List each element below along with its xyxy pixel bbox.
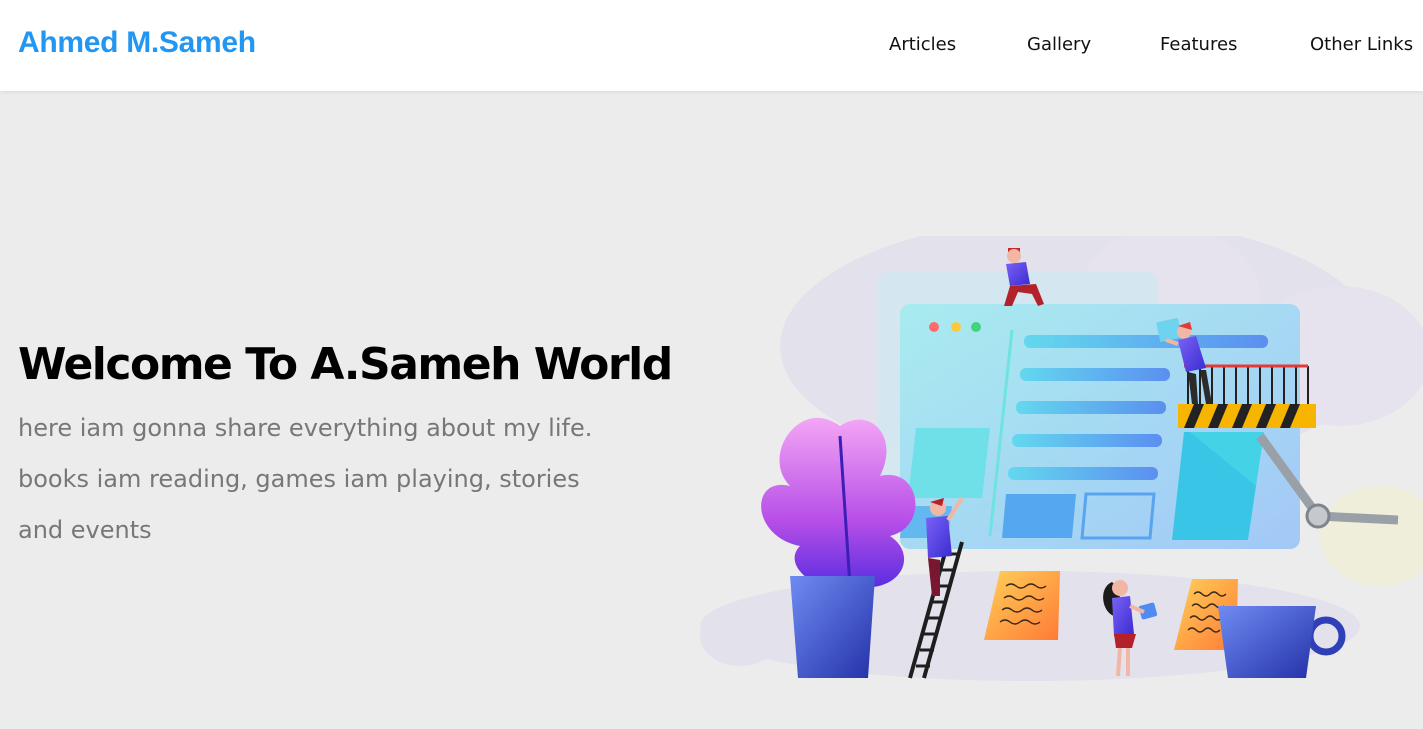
nav-link-articles[interactable]: Articles bbox=[889, 34, 956, 55]
window-dot-green-icon bbox=[971, 322, 981, 332]
nav-link-other-links[interactable]: Other Links bbox=[1310, 34, 1413, 55]
hero-illustration bbox=[700, 236, 1423, 681]
site-header: Ahmed M.Sameh Articles Gallery Features … bbox=[0, 0, 1423, 91]
main-nav: Articles Gallery Features Other Links bbox=[0, 34, 1423, 60]
landing-title: Welcome To A.Sameh World bbox=[18, 339, 673, 390]
window-dot-yellow-icon bbox=[951, 322, 961, 332]
landing-description: here iam gonna share everything about my… bbox=[18, 414, 593, 544]
nav-link-features[interactable]: Features bbox=[1160, 34, 1237, 55]
window-dot-red-icon bbox=[929, 322, 939, 332]
nav-link-gallery[interactable]: Gallery bbox=[1027, 34, 1091, 55]
